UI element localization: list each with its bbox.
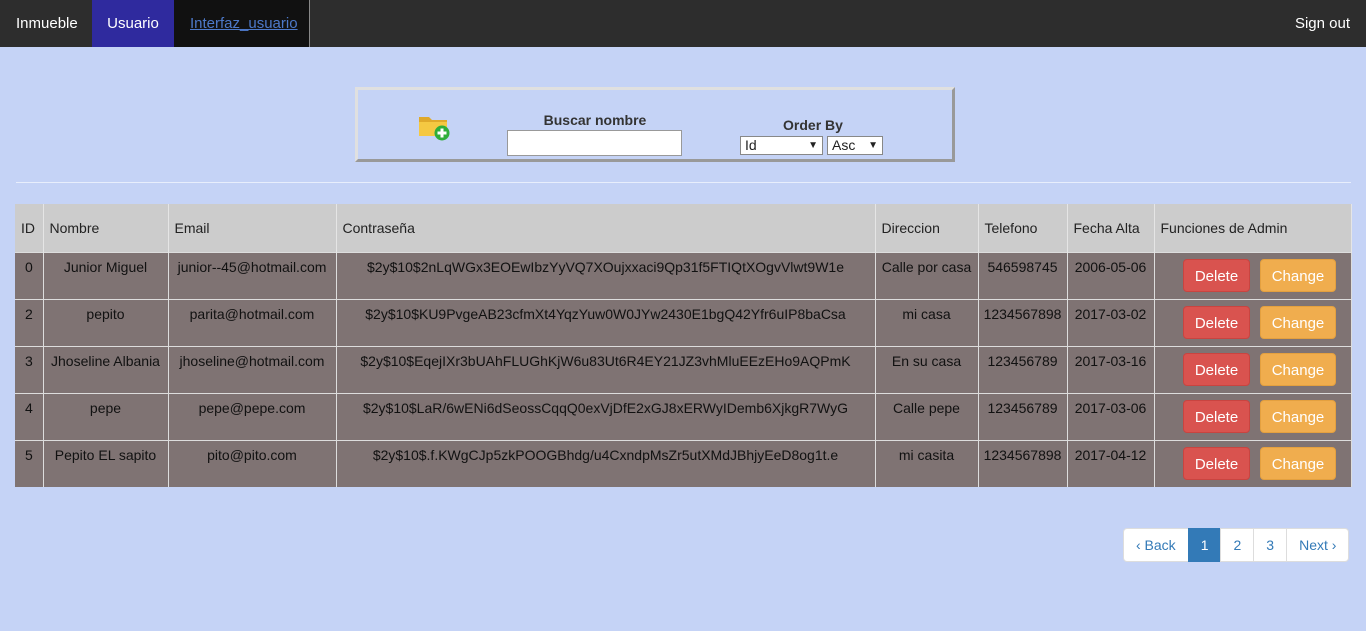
order-direction-select[interactable]: Asc ▼	[827, 136, 883, 155]
order-field-select[interactable]: Id ▼	[740, 136, 823, 155]
cell-id: 2	[15, 298, 44, 346]
change-button[interactable]: Change	[1260, 399, 1336, 433]
cell-id: 4	[15, 392, 44, 440]
cell-id: 3	[15, 345, 44, 393]
cell-fecha: 2017-03-16	[1067, 345, 1155, 393]
cell-admin: Delete Change	[1154, 251, 1352, 299]
cell-fecha: 2017-03-02	[1067, 298, 1155, 346]
table-row: 4 pepe pepe@pepe.com $2y$10$LaR/6wENi6dS…	[15, 392, 1352, 440]
search-label: Buscar nombre	[543, 112, 647, 128]
table-row: 5 Pepito EL sapito pito@pito.com $2y$10$…	[15, 439, 1352, 487]
cell-email: jhoseline@hotmail.com	[168, 345, 337, 393]
cell-email: pito@pito.com	[168, 439, 337, 487]
order-direction-value: Asc	[832, 137, 856, 153]
cell-telefono: 1234567898	[978, 439, 1068, 487]
cell-nombre: Jhoseline Albania	[43, 345, 169, 393]
chevron-down-icon: ▼	[868, 140, 878, 151]
header-nombre[interactable]: Nombre	[43, 204, 169, 252]
header-id[interactable]: ID	[15, 204, 44, 252]
delete-button[interactable]: Delete	[1183, 258, 1250, 292]
cell-email: parita@hotmail.com	[168, 298, 337, 346]
cell-password: $2y$10$2nLqWGx3EOEwIbzYyVQ7XOujxxaci9Qp3…	[336, 251, 876, 299]
chevron-down-icon: ▼	[808, 140, 818, 151]
delete-button[interactable]: Delete	[1183, 305, 1250, 339]
cell-telefono: 123456789	[978, 345, 1068, 393]
cell-email: pepe@pepe.com	[168, 392, 337, 440]
cell-direccion: mi casita	[875, 439, 979, 487]
header-fecha-alta[interactable]: Fecha Alta	[1067, 204, 1155, 252]
cell-direccion: Calle por casa	[875, 251, 979, 299]
cell-admin: Delete Change	[1154, 298, 1352, 346]
divider	[16, 182, 1351, 183]
header-telefono[interactable]: Telefono	[978, 204, 1068, 252]
page-2-button[interactable]: 2	[1220, 528, 1255, 562]
cell-password: $2y$10$LaR/6wENi6dSeossCqqQ0exVjDfE2xGJ8…	[336, 392, 876, 440]
header-direccion[interactable]: Direccion	[875, 204, 979, 252]
cell-telefono: 1234567898	[978, 298, 1068, 346]
cell-admin: Delete Change	[1154, 392, 1352, 440]
delete-button[interactable]: Delete	[1183, 446, 1250, 480]
cell-nombre: pepe	[43, 392, 169, 440]
sign-out-link[interactable]: Sign out	[1295, 0, 1350, 47]
header-admin: Funciones de Admin	[1154, 204, 1352, 252]
page-3-button[interactable]: 3	[1253, 528, 1288, 562]
users-table: ID Nombre Email Contraseña Direccion Tel…	[15, 204, 1352, 487]
pagination: ‹ Back 1 2 3 Next ›	[1123, 528, 1350, 562]
cell-fecha: 2017-03-06	[1067, 392, 1155, 440]
page-back-button[interactable]: ‹ Back	[1123, 528, 1189, 562]
cell-admin: Delete Change	[1154, 439, 1352, 487]
cell-password: $2y$10$EqejIXr3bUAhFLUGhKjW6u83Ut6R4EY21…	[336, 345, 876, 393]
cell-admin: Delete Change	[1154, 345, 1352, 393]
nav-item-inmueble[interactable]: Inmueble	[0, 0, 92, 47]
table-row: 2 pepito parita@hotmail.com $2y$10$KU9Pv…	[15, 298, 1352, 346]
table-header-row: ID Nombre Email Contraseña Direccion Tel…	[15, 204, 1352, 252]
cell-telefono: 546598745	[978, 251, 1068, 299]
change-button[interactable]: Change	[1260, 446, 1336, 480]
order-by-label: Order By	[783, 117, 843, 133]
cell-fecha: 2017-04-12	[1067, 439, 1155, 487]
change-button[interactable]: Change	[1260, 258, 1336, 292]
nav-item-usuario[interactable]: Usuario	[92, 0, 174, 47]
header-contrasena[interactable]: Contraseña	[336, 204, 876, 252]
change-button[interactable]: Change	[1260, 305, 1336, 339]
cell-telefono: 123456789	[978, 392, 1068, 440]
cell-nombre: Pepito EL sapito	[43, 439, 169, 487]
delete-button[interactable]: Delete	[1183, 399, 1250, 433]
cell-nombre: pepito	[43, 298, 169, 346]
page-1-button[interactable]: 1	[1187, 528, 1222, 562]
folder-add-icon[interactable]	[418, 112, 452, 142]
cell-password: $2y$10$KU9PvgeAB23cfmXt4YqzYuw0W0JYw2430…	[336, 298, 876, 346]
table-row: 3 Jhoseline Albania jhoseline@hotmail.co…	[15, 345, 1352, 393]
delete-button[interactable]: Delete	[1183, 352, 1250, 386]
cell-fecha: 2006-05-06	[1067, 251, 1155, 299]
search-input[interactable]	[507, 130, 682, 156]
order-field-value: Id	[745, 137, 757, 153]
cell-id: 5	[15, 439, 44, 487]
cell-direccion: mi casa	[875, 298, 979, 346]
cell-nombre: Junior Miguel	[43, 251, 169, 299]
cell-direccion: Calle pepe	[875, 392, 979, 440]
change-button[interactable]: Change	[1260, 352, 1336, 386]
navbar: Inmueble Usuario Interfaz_usuario Sign o…	[0, 0, 1366, 47]
cell-password: $2y$10$.f.KWgCJp5zkPOOGBhdg/u4CxndpMsZr5…	[336, 439, 876, 487]
cell-email: junior--45@hotmail.com	[168, 251, 337, 299]
page-next-button[interactable]: Next ›	[1286, 528, 1350, 562]
search-panel: Buscar nombre Order By Id ▼ Asc ▼	[355, 87, 955, 162]
cell-direccion: En su casa	[875, 345, 979, 393]
header-email[interactable]: Email	[168, 204, 337, 252]
table-row: 0 Junior Miguel junior--45@hotmail.com $…	[15, 251, 1352, 299]
cell-id: 0	[15, 251, 44, 299]
nav-item-interfaz-usuario[interactable]: Interfaz_usuario	[174, 0, 310, 47]
